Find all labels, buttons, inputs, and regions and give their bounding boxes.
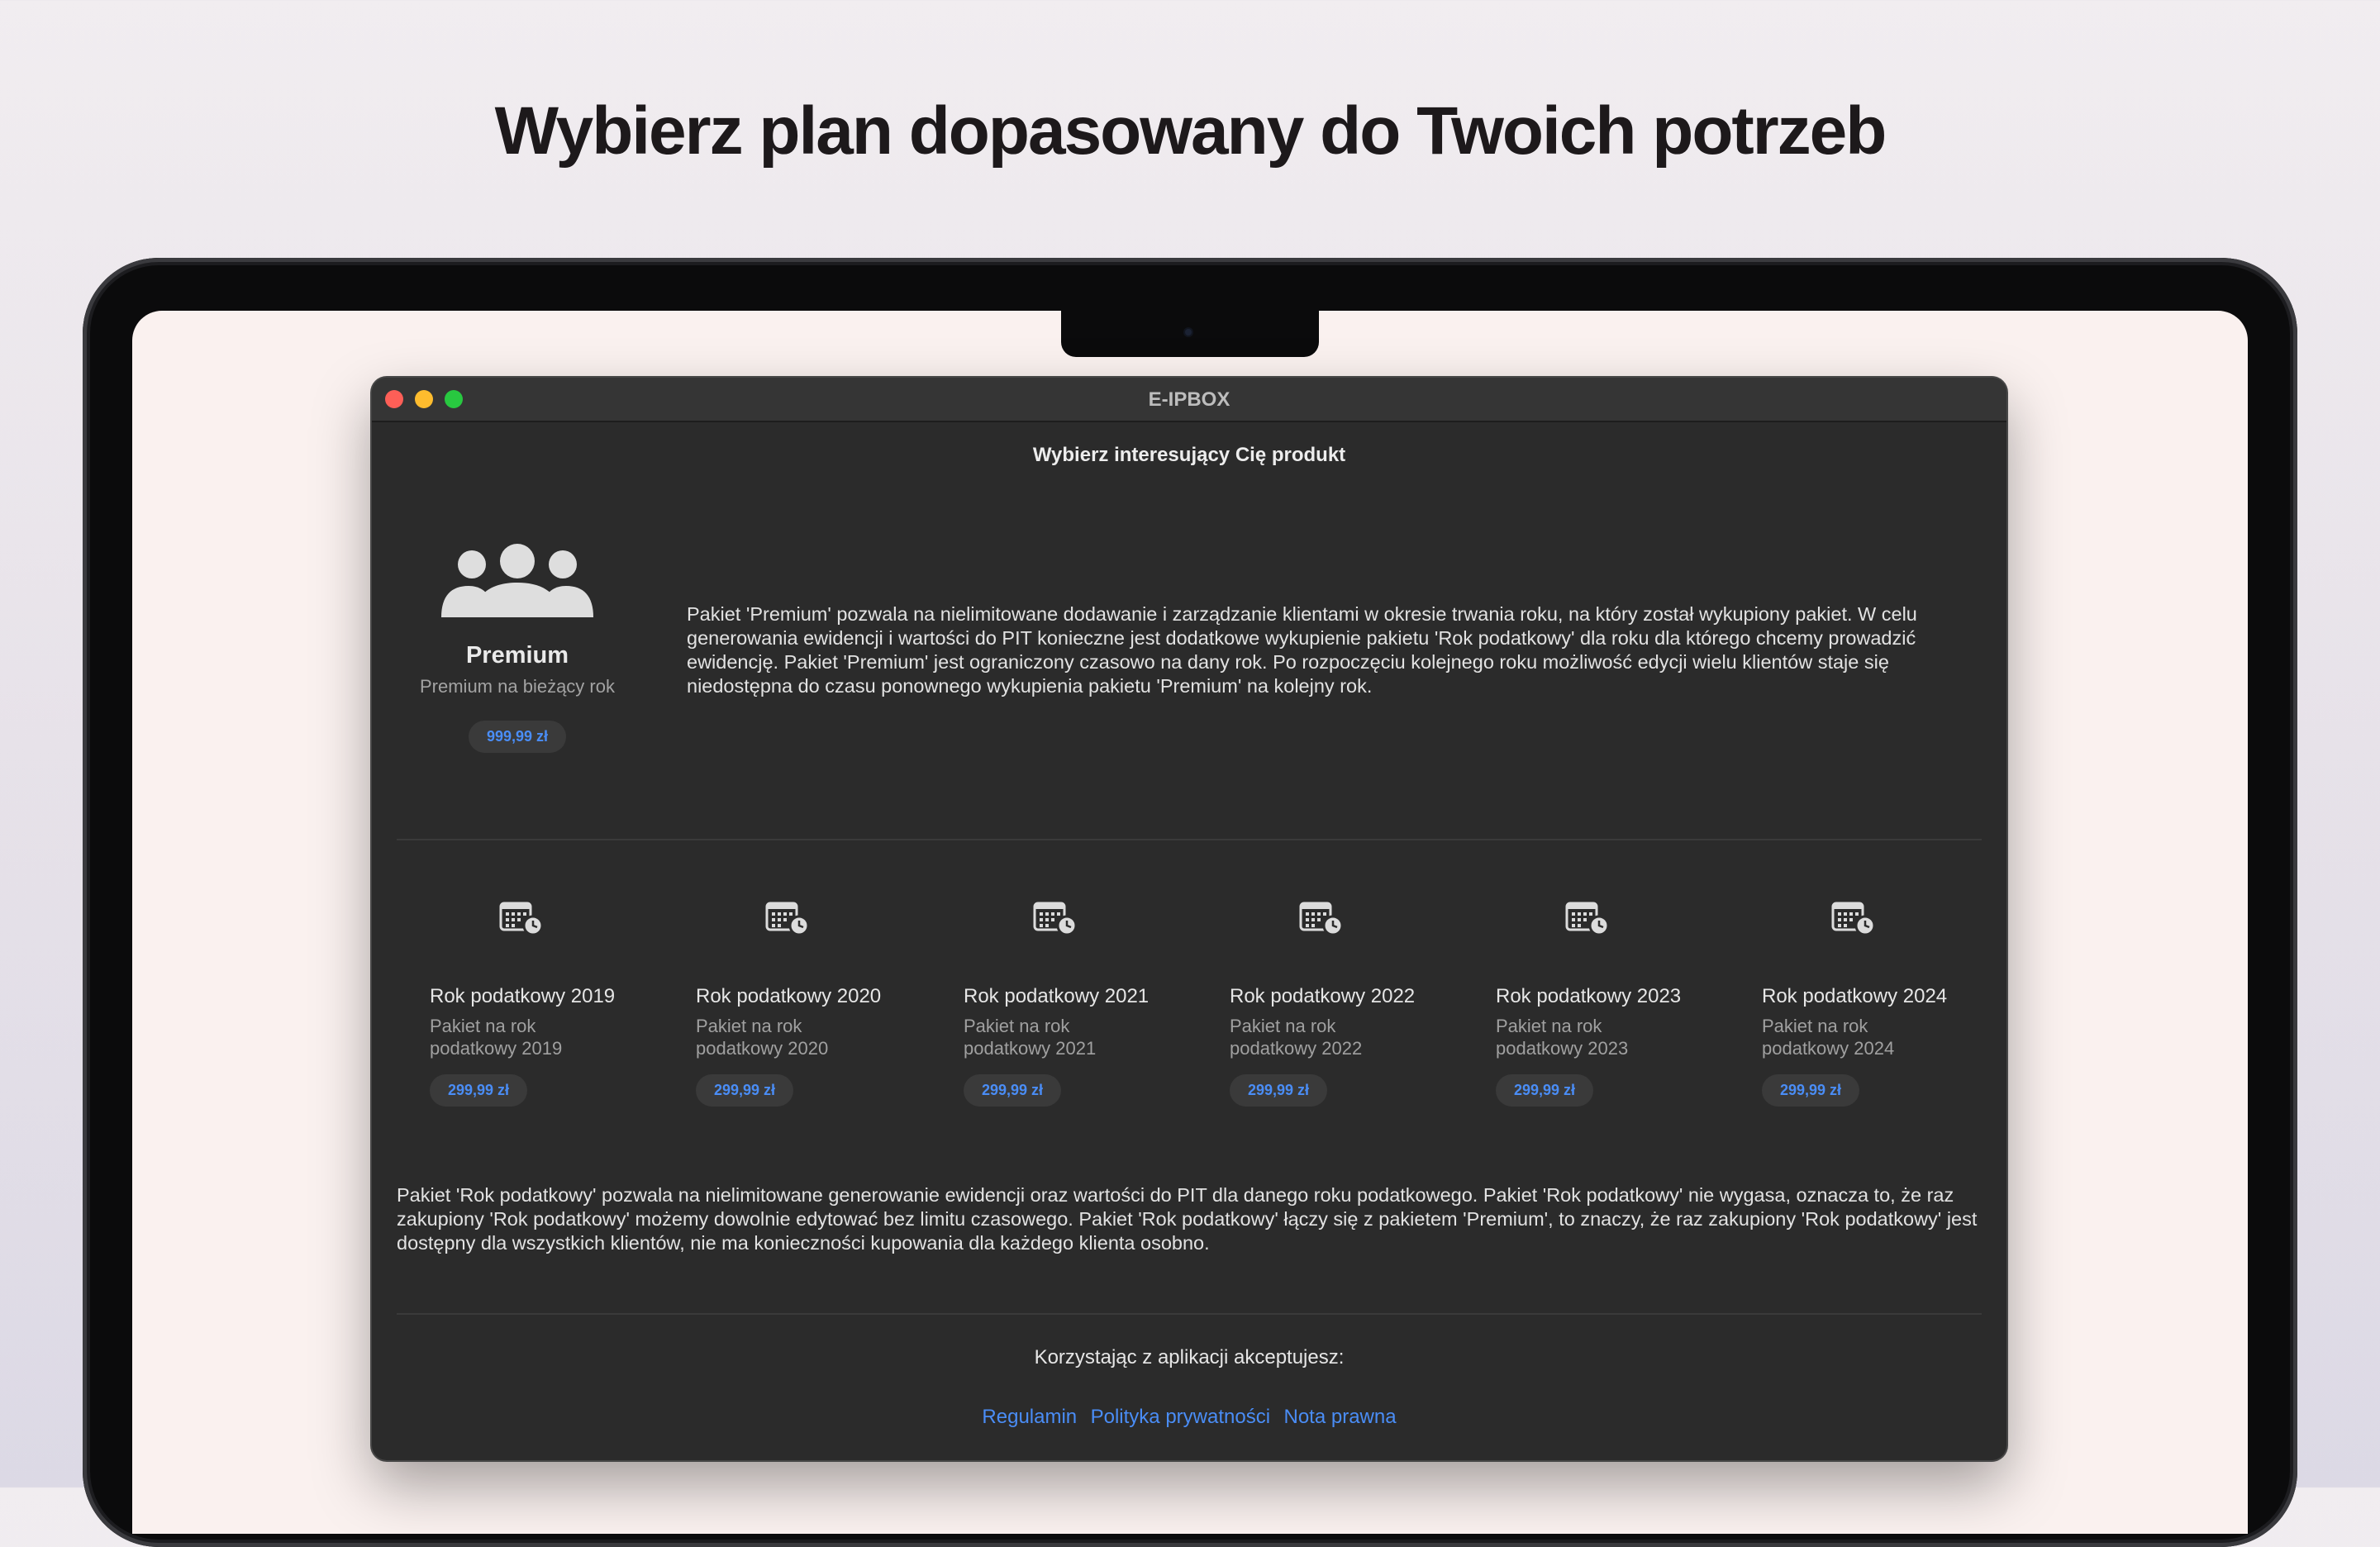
tax-year-description: Pakiet na rok podatkowy 2023: [1496, 1016, 1629, 1059]
terms-link[interactable]: Regulamin: [982, 1406, 1077, 1428]
tax-year-product-card[interactable]: Rok podatkowy 2023 Pakiet na rok podatkow…: [1496, 898, 1694, 1107]
tax-year-price-button[interactable]: 299,99 zł: [1230, 1074, 1328, 1107]
tax-year-description: Pakiet na rok podatkowy 2020: [696, 1016, 829, 1059]
tax-year-info-text: Pakiet 'Rok podatkowy' pozwala na nielim…: [397, 1184, 1978, 1254]
people-group-icon: [441, 544, 593, 617]
calendar-clock-icon: [765, 898, 894, 939]
window-title: E-IPBOX: [1148, 388, 1230, 411]
tax-year-product-card[interactable]: Rok podatkowy 2022 Pakiet na rok podatkow…: [1230, 898, 1428, 1107]
tax-year-description: Pakiet na rok podatkowy 2022: [1230, 1016, 1363, 1059]
premium-name: Premium: [465, 642, 569, 669]
app-window: E-IPBOX Wybierz interesujący Cię produkt…: [372, 378, 2006, 1460]
tax-year-product-card[interactable]: Rok podatkowy 2024 Pakiet na rok podatkow…: [1762, 898, 1960, 1107]
tax-year-description: Pakiet na rok podatkowy 2024: [1762, 1016, 1895, 1059]
tax-year-price-button[interactable]: 299,99 zł: [964, 1074, 1062, 1107]
title-bar[interactable]: E-IPBOX: [372, 378, 2006, 422]
privacy-policy-link[interactable]: Polityka prywatności: [1091, 1406, 1270, 1428]
page-headline: Wybierz plan dopasowany do Twoich potrze…: [494, 93, 1887, 169]
tax-year-price-button[interactable]: 299,99 zł: [1762, 1074, 1860, 1107]
tax-year-description: Pakiet na rok podatkowy 2019: [430, 1016, 563, 1059]
tax-year-description: Pakiet na rok podatkowy 2021: [964, 1016, 1097, 1059]
tax-year-name: Rok podatkowy 2022: [1230, 985, 1416, 1007]
tax-year-name: Rok podatkowy 2021: [964, 985, 1150, 1007]
calendar-clock-icon: [1565, 898, 1694, 939]
legal-note-link[interactable]: Nota prawna: [1283, 1406, 1396, 1428]
premium-description: Premium na bieżący rok: [420, 676, 615, 697]
tax-year-product-card[interactable]: Rok podatkowy 2020 Pakiet na rok podatkow…: [696, 898, 894, 1107]
tax-year-name: Rok podatkowy 2019: [430, 985, 616, 1007]
calendar-clock-icon: [1299, 898, 1428, 939]
tax-year-price-button[interactable]: 299,99 zł: [1496, 1074, 1594, 1107]
premium-info-text: Pakiet 'Premium' pozwala na nielimitowan…: [687, 603, 1917, 697]
tax-year-product-card[interactable]: Rok podatkowy 2021 Pakiet na rok podatkow…: [964, 898, 1162, 1107]
terms-accept-text: Korzystając z aplikacji akceptujesz:: [1034, 1346, 1345, 1368]
product-picker-heading: Wybierz interesujący Cię produkt: [1032, 444, 1346, 466]
tax-year-name: Rok podatkowy 2024: [1762, 985, 1948, 1007]
footer-divider: [397, 1313, 1982, 1315]
premium-product-card[interactable]: Premium Premium na bieżący rok 999,99 zł: [405, 543, 630, 753]
premium-price-button[interactable]: 999,99 zł: [468, 721, 567, 753]
camera-notch: [1061, 307, 1319, 357]
tax-year-product-card[interactable]: Rok podatkowy 2019 Pakiet na rok podatkow…: [430, 898, 628, 1107]
tax-year-name: Rok podatkowy 2020: [696, 985, 882, 1007]
tax-year-price-button[interactable]: 299,99 zł: [696, 1074, 794, 1107]
legal-links: Regulamin Polityka prywatności Nota praw…: [372, 1406, 2006, 1429]
calendar-clock-icon: [1831, 898, 1960, 939]
tax-year-name: Rok podatkowy 2023: [1496, 985, 1682, 1007]
calendar-clock-icon: [1033, 898, 1162, 939]
camera-icon: [1185, 329, 1192, 336]
section-divider: [397, 839, 1982, 840]
calendar-clock-icon: [499, 898, 628, 939]
tax-year-price-button[interactable]: 299,99 zł: [430, 1074, 528, 1107]
